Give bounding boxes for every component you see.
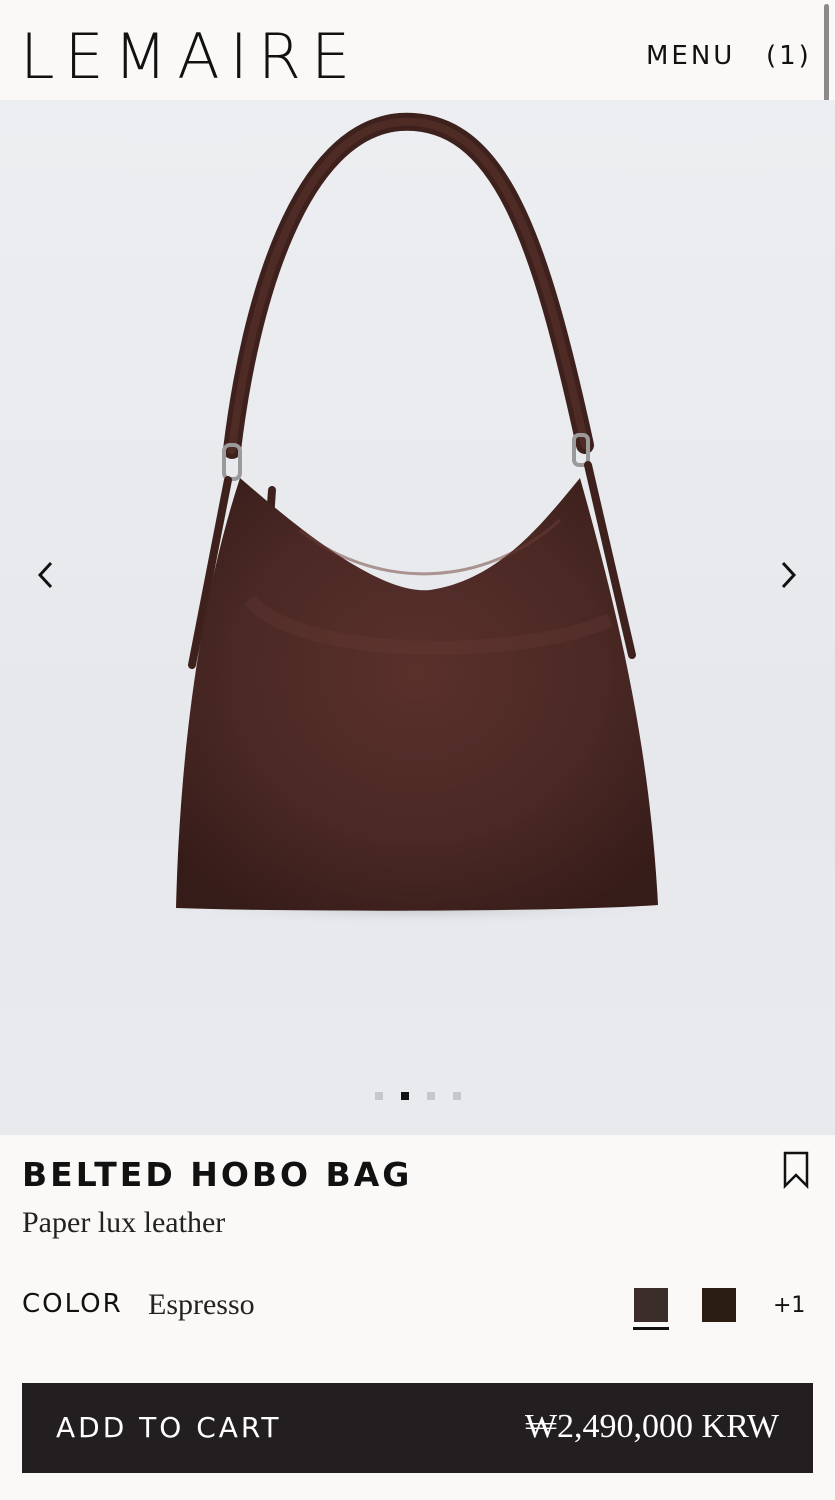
brand-logo[interactable]: LEMAIRE (20, 22, 360, 92)
product-price: ₩2,490,000 KRW (524, 1408, 779, 1445)
gallery-pagination (375, 1092, 461, 1100)
selected-color-name: Espresso (148, 1288, 255, 1321)
gallery-dot[interactable] (427, 1092, 435, 1100)
product-image (148, 112, 688, 926)
cart-count-button[interactable]: (1) (766, 40, 812, 72)
menu-button[interactable]: MENU (646, 40, 735, 72)
color-swatch-dark-brown[interactable] (702, 1288, 736, 1322)
gallery-dot[interactable] (375, 1092, 383, 1100)
chevron-left-icon (37, 561, 53, 589)
gallery-dot[interactable] (453, 1092, 461, 1100)
wishlist-button[interactable] (782, 1151, 810, 1190)
product-image-gallery[interactable] (0, 100, 835, 1135)
add-to-cart-label: ADD TO CART (56, 1411, 282, 1444)
site-header: LEMAIRE MENU (1) (0, 0, 835, 100)
more-colors-button[interactable]: +1 (773, 1292, 805, 1320)
gallery-dot-active[interactable] (401, 1092, 409, 1100)
product-material: Paper lux leather (22, 1206, 226, 1239)
bookmark-icon (783, 1151, 809, 1190)
previous-image-button[interactable] (26, 555, 66, 595)
color-swatch-espresso[interactable] (634, 1288, 668, 1322)
product-title: BELTED HOBO BAG (22, 1155, 413, 1194)
color-label: COLOR (22, 1289, 123, 1319)
selected-swatch-indicator (633, 1327, 669, 1330)
chevron-right-icon (781, 561, 797, 589)
next-image-button[interactable] (768, 555, 808, 595)
product-info: BELTED HOBO BAG Paper lux leather COLOR … (0, 1135, 835, 1500)
add-to-cart-button[interactable]: ADD TO CART ₩2,490,000 KRW (22, 1383, 813, 1473)
